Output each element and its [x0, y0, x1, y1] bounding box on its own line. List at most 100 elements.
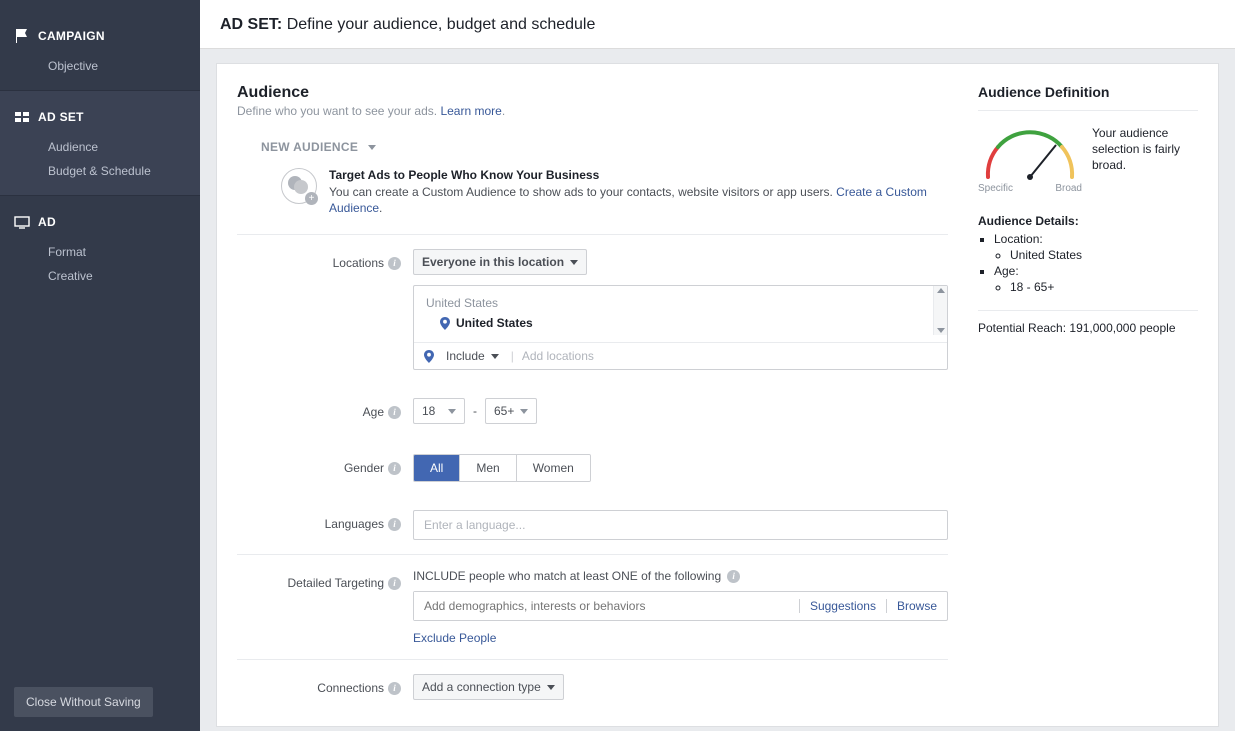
include-label: Include	[446, 349, 485, 363]
chevron-down-icon	[520, 409, 528, 414]
detail-value: 18 - 65+	[1010, 280, 1198, 294]
info-icon[interactable]: i	[388, 577, 401, 590]
row-detailed-targeting: Detailed Targeting i INCLUDE people who …	[237, 555, 948, 659]
row-age: Age i 18 - 65+	[237, 384, 948, 440]
audience-details: Audience Details: Location: United State…	[978, 214, 1198, 294]
age-max-label: 65+	[494, 404, 514, 418]
age-min-label: 18	[422, 404, 435, 418]
connections-label: Add a connection type	[422, 680, 541, 694]
location-item-label: United States	[456, 316, 533, 330]
locations-scrollbar[interactable]	[933, 286, 947, 335]
info-icon[interactable]: i	[388, 406, 401, 419]
info-icon[interactable]: i	[388, 462, 401, 475]
detail-age: Age: 18 - 65+	[994, 264, 1198, 294]
info-icon[interactable]: i	[388, 257, 401, 270]
detailed-head-text: INCLUDE people who match at least ONE of…	[413, 569, 721, 583]
gender-women-button[interactable]: Women	[517, 455, 590, 481]
separator	[886, 599, 887, 613]
languages-input[interactable]	[413, 510, 948, 540]
separator	[799, 599, 800, 613]
label-text: Connections	[317, 679, 384, 697]
locations-list: United States United States	[414, 286, 947, 342]
sidebar-footer: Close Without Saving	[0, 673, 200, 731]
row-gender: Gender i All Men Women	[237, 440, 948, 496]
browse-link[interactable]: Browse	[897, 599, 937, 613]
sidebar-section-adset: AD SET Audience Budget & Schedule	[0, 91, 200, 196]
connections-dropdown[interactable]: Add a connection type	[413, 674, 564, 700]
label-detailed: Detailed Targeting i	[237, 569, 413, 597]
pin-icon	[440, 317, 450, 330]
close-without-saving-button[interactable]: Close Without Saving	[14, 687, 153, 717]
audience-details-header: Audience Details:	[978, 214, 1198, 228]
detail-label: Age:	[994, 264, 1019, 278]
flag-icon	[14, 28, 30, 44]
label-text: Locations	[333, 254, 384, 272]
info-icon[interactable]: i	[727, 570, 740, 583]
grid-icon	[14, 109, 30, 125]
detailed-targeting-input[interactable]	[414, 592, 799, 620]
sidebar-item-format[interactable]: Format	[0, 240, 200, 264]
pin-icon	[424, 350, 434, 363]
age-min-dropdown[interactable]: 18	[413, 398, 465, 424]
label-gender: Gender i	[237, 454, 413, 482]
sidebar-title: AD	[38, 215, 56, 229]
audience-definition-panel: Audience Definition Specific	[978, 84, 1198, 716]
sidebar-head-ad[interactable]: AD	[0, 214, 200, 240]
chevron-down-icon	[491, 354, 499, 359]
main: AD SET: Define your audience, budget and…	[200, 0, 1235, 731]
detailed-input-wrap: Suggestions Browse	[413, 591, 948, 621]
location-scope-label: Everyone in this location	[422, 255, 564, 269]
row-locations: Locations i Everyone in this location Un…	[237, 235, 948, 384]
exclude-people-link[interactable]: Exclude People	[413, 631, 948, 645]
gauge: Specific Broad	[978, 125, 1082, 194]
sidebar-item-creative[interactable]: Creative	[0, 264, 200, 288]
gender-all-button[interactable]: All	[414, 455, 460, 481]
screen-icon	[14, 214, 30, 230]
age-max-dropdown[interactable]: 65+	[485, 398, 537, 424]
label-languages: Languages i	[237, 510, 413, 538]
people-plus-icon: +	[281, 168, 317, 204]
page-title: AD SET: Define your audience, budget and…	[220, 16, 1215, 34]
label-text: Gender	[344, 459, 384, 477]
gauge-icon	[978, 125, 1082, 181]
sidebar-section-ad: AD Format Creative	[0, 196, 200, 300]
locations-add-row: Include |	[414, 342, 947, 369]
page-title-prefix: AD SET:	[220, 16, 282, 33]
sidebar-item-objective[interactable]: Objective	[0, 54, 200, 78]
gender-men-button[interactable]: Men	[460, 455, 516, 481]
new-audience-label: NEW AUDIENCE	[261, 140, 358, 154]
section-header: Audience	[237, 84, 948, 102]
chevron-down-icon	[547, 685, 555, 690]
sidebar-title: CAMPAIGN	[38, 29, 105, 43]
sidebar-head-campaign[interactable]: CAMPAIGN	[0, 28, 200, 54]
promo-text-body: You can create a Custom Audience to show…	[329, 185, 836, 199]
label-connections: Connections i	[237, 674, 413, 702]
learn-more-link[interactable]: Learn more	[440, 104, 501, 118]
include-exclude-dropdown[interactable]: Include	[442, 349, 503, 363]
location-category: United States	[426, 296, 935, 310]
sidebar-head-adset[interactable]: AD SET	[0, 109, 200, 135]
suggestions-link[interactable]: Suggestions	[810, 599, 876, 613]
left-sidebar: CAMPAIGN Objective AD SET Audience Budge…	[0, 0, 200, 731]
location-scope-dropdown[interactable]: Everyone in this location	[413, 249, 587, 275]
info-icon[interactable]: i	[388, 682, 401, 695]
location-item[interactable]: United States	[426, 316, 935, 330]
locations-box: United States United States	[413, 285, 948, 370]
add-location-input[interactable]	[522, 349, 937, 363]
detail-label: Location:	[994, 232, 1043, 246]
new-audience-dropdown[interactable]: NEW AUDIENCE	[261, 140, 948, 154]
detail-value: United States	[1010, 248, 1198, 262]
panel-left: Audience Define who you want to see your…	[237, 84, 948, 716]
detail-location: Location: United States	[994, 232, 1198, 262]
chevron-down-icon	[368, 145, 376, 150]
label-text: Age	[363, 403, 384, 421]
sidebar-item-budget[interactable]: Budget & Schedule	[0, 159, 200, 183]
promo-title: Target Ads to People Who Know Your Busin…	[329, 168, 948, 182]
gauge-labels: Specific Broad	[978, 183, 1082, 194]
info-icon[interactable]: i	[388, 518, 401, 531]
page-title-text: Define your audience, budget and schedul…	[287, 16, 596, 33]
audience-definition-header: Audience Definition	[978, 84, 1198, 100]
gauge-broad: Broad	[1055, 183, 1082, 194]
gauge-specific: Specific	[978, 183, 1013, 194]
sidebar-item-audience[interactable]: Audience	[0, 135, 200, 159]
